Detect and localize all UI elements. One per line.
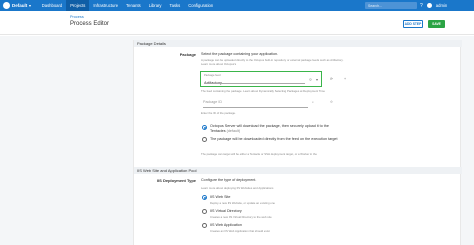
package-id-hint: Enter the ID of the package.	[201, 111, 236, 115]
iis-web-application-label: IIS Web Application	[210, 223, 242, 227]
download-target-hint: The package can target will be either a …	[201, 152, 317, 156]
chevron-down-icon[interactable]: ▾	[316, 77, 318, 82]
save-button[interactable]: SAVE	[428, 20, 445, 28]
refresh-icon[interactable]: ⟳	[330, 77, 333, 81]
page-title: Process Editor	[70, 21, 110, 27]
space-name: Default	[12, 3, 28, 8]
search-input[interactable]: Search...	[365, 2, 417, 9]
radio-iis-virtual-directory[interactable]	[202, 209, 207, 214]
field-underline	[204, 82, 305, 83]
nav-icons: ? admin	[420, 0, 447, 11]
package-id-label: Package ID	[203, 100, 223, 104]
package-intro: Select the package containing your appli…	[201, 52, 279, 56]
chevron-down-icon: ▼	[28, 3, 32, 8]
radio-iis-web-site[interactable]	[202, 195, 207, 200]
radio-server-download[interactable]	[202, 125, 207, 130]
radio-target-download[interactable]	[202, 137, 207, 142]
help-icon[interactable]: ?	[420, 3, 423, 9]
nav-configuration[interactable]: Configuration	[184, 0, 217, 11]
nav-library[interactable]: Library	[145, 0, 166, 11]
iis-web-site-hint: Deploy a new IIS Website, or update an e…	[210, 201, 275, 205]
package-id-input[interactable]: Package ID ⌕	[200, 97, 322, 109]
package-feed-select[interactable]: Package feed Artifactory ⟐ ▾	[200, 71, 322, 87]
nav-infrastructure[interactable]: Infrastructure	[89, 0, 122, 11]
iis-section-heading[interactable]: IIS Web Site and Application Pool	[134, 167, 462, 174]
nav-tenants[interactable]: Tenants	[122, 0, 145, 11]
breadcrumb[interactable]: Process	[70, 15, 84, 19]
iis-web-site-label: IIS Web Site	[210, 195, 231, 199]
iis-deployment-type-label: IIS Deployment Type	[156, 178, 196, 183]
user-name[interactable]: admin	[436, 3, 447, 8]
package-details-heading[interactable]: Package Details	[134, 40, 462, 47]
iis-web-application-hint: Creates an IIS Web Application that shou…	[210, 229, 270, 233]
radio-target-download-label: The package will be downloaded directly …	[210, 137, 338, 141]
field-underline	[203, 106, 308, 107]
iis-virtual-directory-label: IIS Virtual Directory	[210, 209, 242, 213]
bind-variable-icon[interactable]: ⟐	[330, 100, 333, 104]
nav-projects[interactable]: Projects	[66, 0, 90, 11]
package-intro-hint: A package can be uploaded directly to th…	[201, 58, 344, 66]
package-feed-label: Package feed	[204, 74, 221, 77]
package-label: Package	[179, 52, 196, 57]
package-feed-hint: The feed containing the package. Learn a…	[201, 89, 325, 93]
add-step-button[interactable]: ADD STEP	[403, 20, 423, 28]
nav-tasks[interactable]: Tasks	[166, 0, 185, 11]
iis-deployment-type-hint: Learn more about deploying IIS Websites …	[201, 186, 274, 190]
nav-dashboard[interactable]: Dashboard	[38, 0, 67, 11]
radio-iis-web-application[interactable]	[202, 223, 207, 228]
octopus-logo-icon[interactable]	[3, 2, 10, 9]
iis-virtual-directory-hint: Creates a new IIS Virtual Directory to t…	[210, 215, 272, 219]
add-feed-icon[interactable]: +	[344, 77, 346, 81]
radio-server-download-label: Octopus Server will download the package…	[210, 124, 329, 133]
space-switcher[interactable]: Default ▼	[12, 3, 32, 8]
step-form-card: Package Details Package Select the packa…	[133, 40, 462, 245]
bind-variable-icon[interactable]: ⟐	[309, 77, 312, 82]
iis-deployment-type-intro: Configure the type of deployment.	[201, 178, 257, 182]
search-icon[interactable]: ⌕	[312, 100, 314, 104]
avatar[interactable]	[426, 3, 432, 8]
